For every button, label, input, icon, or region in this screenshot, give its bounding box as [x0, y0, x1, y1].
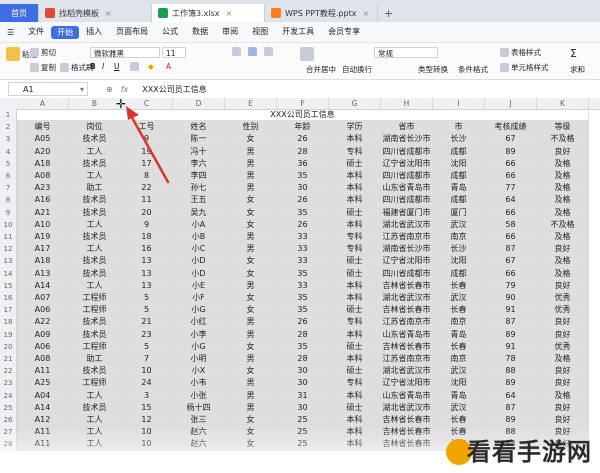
annotation-arrow: ✛: [116, 97, 170, 184]
svg-text:✛: ✛: [116, 97, 126, 111]
watermark: 看看手游网: [467, 438, 592, 466]
